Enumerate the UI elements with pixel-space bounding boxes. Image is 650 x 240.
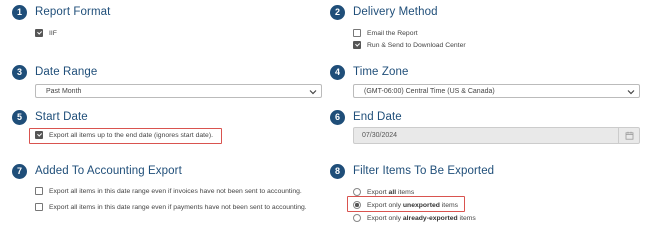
payments-option[interactable]: Export all items in this date range even…	[35, 203, 307, 211]
date-range-section: 3 Date Range	[12, 63, 97, 81]
section-title: Filter Items To Be Exported	[353, 165, 495, 177]
start-date-section: 5 Start Date	[12, 108, 88, 126]
email-report-option[interactable]: Email the Report	[353, 29, 418, 37]
iif-checkbox[interactable]	[35, 29, 43, 37]
export-all-radio[interactable]	[353, 188, 361, 196]
step-number: 1	[12, 4, 27, 20]
option-label: Export all items up to the end date (ign…	[49, 131, 213, 139]
section-title: Delivery Method	[353, 6, 438, 18]
selected-value: (GMT-06:00) Central Time (US & Canada)	[364, 87, 495, 95]
option-label: Email the Report	[367, 29, 418, 37]
option-label: Export all items in this date range even…	[49, 187, 302, 195]
section-title: Added To Accounting Export	[35, 165, 182, 177]
export-unexported-radio[interactable]	[353, 201, 361, 209]
section-title: Start Date	[35, 111, 88, 123]
option-label: Export only already-exported items	[367, 214, 476, 222]
download-center-checkbox[interactable]	[353, 41, 361, 49]
step-number: 4	[330, 64, 345, 80]
end-date-section: 6 End Date	[330, 108, 402, 126]
step-number: 3	[12, 64, 27, 80]
option-label: IIF	[49, 29, 57, 37]
payments-checkbox[interactable]	[35, 203, 43, 211]
step-number: 7	[12, 163, 27, 179]
option-label: Export all items in this date range even…	[49, 203, 307, 211]
report-format-section: 1 Report Format	[12, 3, 110, 21]
time-zone-select[interactable]: (GMT-06:00) Central Time (US & Canada)	[353, 84, 640, 98]
end-date-input[interactable]: 07/30/2024	[353, 127, 640, 144]
download-center-option[interactable]: Run & Send to Download Center	[353, 41, 466, 49]
option-label: Run & Send to Download Center	[367, 41, 466, 49]
export-all-option[interactable]: Export all items	[353, 188, 414, 196]
accounting-export-section: 7 Added To Accounting Export	[12, 162, 182, 180]
date-value: 07/30/2024	[362, 132, 398, 139]
export-up-to-end-date-checkbox[interactable]	[35, 131, 43, 139]
export-unexported-option[interactable]: Export only unexported items	[353, 201, 458, 209]
step-number: 6	[330, 109, 345, 125]
section-title: Time Zone	[353, 66, 409, 78]
time-zone-section: 4 Time Zone	[330, 63, 408, 81]
option-label: Export only unexported items	[367, 201, 459, 209]
invoices-checkbox[interactable]	[35, 187, 43, 195]
email-report-checkbox[interactable]	[353, 29, 361, 37]
selected-value: Past Month	[46, 87, 82, 95]
calendar-button[interactable]	[618, 128, 639, 143]
chevron-down-icon	[309, 90, 317, 95]
step-number: 8	[330, 163, 345, 179]
option-label: Export all items	[367, 188, 415, 196]
date-range-select[interactable]: Past Month	[35, 84, 322, 98]
export-up-to-end-date-option[interactable]: Export all items up to the end date (ign…	[35, 131, 213, 139]
section-title: Report Format	[35, 6, 111, 18]
section-title: End Date	[353, 111, 402, 123]
export-already-exported-radio[interactable]	[353, 214, 361, 222]
section-title: Date Range	[35, 66, 98, 78]
delivery-method-section: 2 Delivery Method	[330, 3, 438, 21]
step-number: 5	[12, 109, 27, 125]
iif-option[interactable]: IIF	[35, 29, 57, 37]
filter-items-section: 8 Filter Items To Be Exported	[330, 162, 494, 180]
calendar-icon	[625, 131, 633, 140]
export-already-exported-option[interactable]: Export only already-exported items	[353, 214, 476, 222]
chevron-down-icon	[627, 90, 635, 95]
step-number: 2	[330, 4, 345, 20]
invoices-option[interactable]: Export all items in this date range even…	[35, 187, 302, 195]
